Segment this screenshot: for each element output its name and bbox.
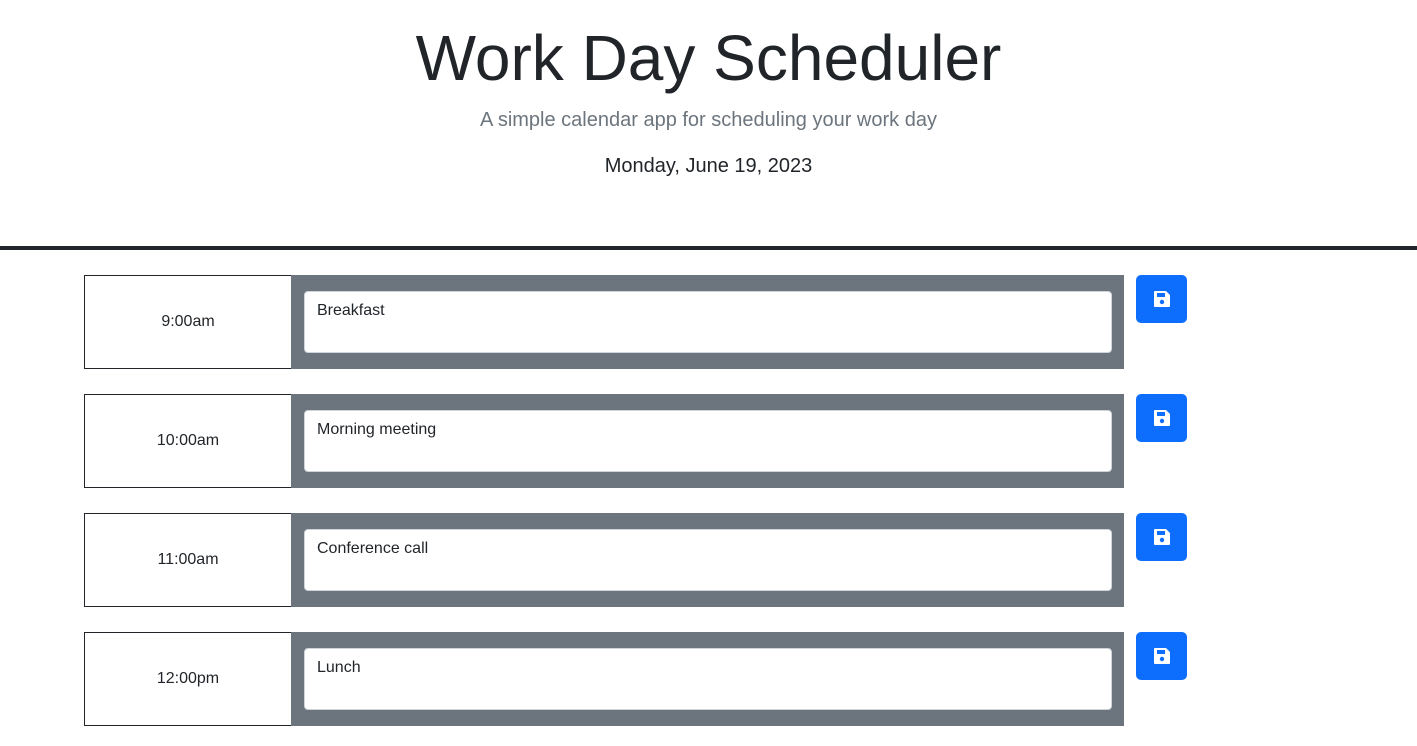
save-button[interactable]: [1136, 275, 1187, 323]
hour-label: 9:00am: [84, 275, 292, 369]
save-button[interactable]: [1136, 394, 1187, 442]
hour-label: 11:00am: [84, 513, 292, 607]
page-title: Work Day Scheduler: [415, 22, 1002, 94]
task-input[interactable]: Lunch: [304, 648, 1112, 710]
save-button[interactable]: [1136, 513, 1187, 561]
page-header: Work Day Scheduler A simple calendar app…: [0, 0, 1417, 250]
time-block-slot: Morning meeting: [291, 394, 1124, 488]
time-block-row: 9:00am Breakfast: [84, 275, 1188, 369]
time-block-slot: Lunch: [291, 632, 1124, 726]
floppy-disk-icon: [1153, 647, 1171, 665]
page-subtitle: A simple calendar app for scheduling you…: [480, 109, 937, 131]
floppy-disk-icon: [1153, 409, 1171, 427]
current-date: Monday, June 19, 2023: [604, 155, 813, 177]
time-block-row: 11:00am Conference call: [84, 513, 1188, 607]
hour-label: 12:00pm: [84, 632, 292, 726]
time-block-row: 12:00pm Lunch: [84, 632, 1188, 726]
floppy-disk-icon: [1153, 290, 1171, 308]
time-block-slot: Conference call: [291, 513, 1124, 607]
time-block-slot: Breakfast: [291, 275, 1124, 369]
time-block-row: 10:00am Morning meeting: [84, 394, 1188, 488]
task-input[interactable]: Morning meeting: [304, 410, 1112, 472]
floppy-disk-icon: [1153, 528, 1171, 546]
task-input[interactable]: Conference call: [304, 529, 1112, 591]
task-input[interactable]: Breakfast: [304, 291, 1112, 353]
hour-label: 10:00am: [84, 394, 292, 488]
save-button[interactable]: [1136, 632, 1187, 680]
